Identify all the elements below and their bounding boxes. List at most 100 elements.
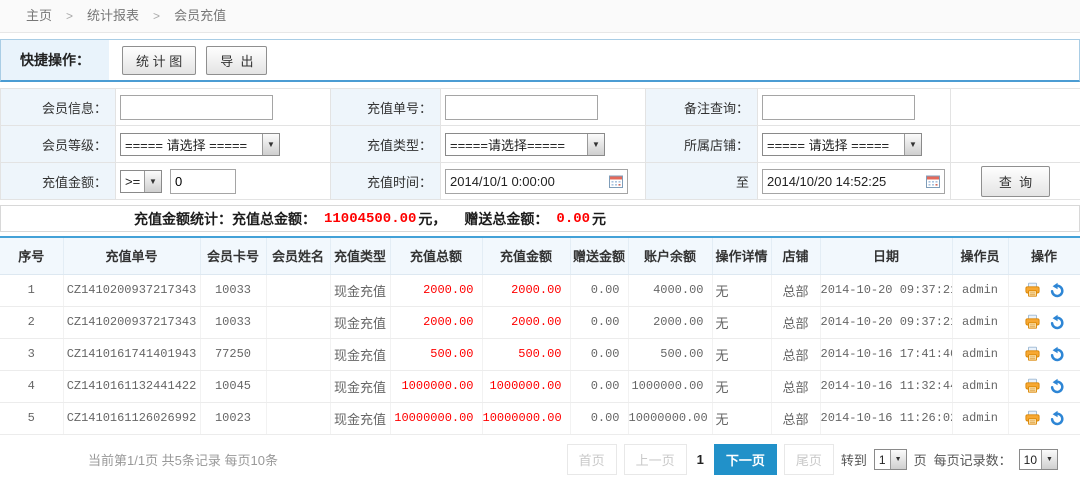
breadcrumb-separator: > [153,0,160,32]
cell-card: 10023 [200,402,266,434]
cell-no: 5 [0,402,63,434]
quick-operations-label: 快捷操作： [1,40,109,80]
prev-page-button[interactable]: 上一页 [624,444,687,475]
cell-gift: 0.00 [570,274,628,306]
chevron-down-icon: ▼ [904,134,921,155]
order-no-input[interactable] [445,95,598,120]
column-header: 日期 [820,237,952,274]
cell-total: 1000000.00 [390,370,482,402]
summary-total-value: 11004500.00 [324,211,416,227]
print-icon[interactable] [1024,314,1041,330]
refresh-icon[interactable] [1049,282,1065,298]
time-from-input[interactable] [445,169,628,194]
column-header: 充值单号 [63,237,200,274]
time-to-input[interactable] [762,169,945,194]
breadcrumb-home[interactable]: 主页 [26,0,52,32]
goto-suffix: 页 [914,450,927,469]
summary-gift-label: 赠送总金额： [464,209,548,229]
amount-input[interactable] [170,169,236,194]
column-header: 序号 [0,237,63,274]
print-icon[interactable] [1024,346,1041,362]
search-button[interactable]: 查 询 [981,166,1050,197]
print-icon[interactable] [1024,378,1041,394]
cell-balance: 500.00 [628,338,712,370]
table-header-row: 序号充值单号会员卡号会员姓名充值类型充值总额充值金额赠送金额账户余额操作详情店铺… [0,237,1080,274]
recharge-type-label: 充值类型： [331,126,441,163]
amount-operator-select[interactable]: >= ▼ [120,170,162,193]
pagesize-select[interactable]: 10 ▼ [1019,449,1058,470]
goto-page-select[interactable]: 1 ▼ [874,449,907,470]
cell-gift: 0.00 [570,402,628,434]
cell-total: 2000.00 [390,274,482,306]
cell-store: 总部 [771,402,820,434]
cell-no: 4 [0,370,63,402]
remark-input[interactable] [762,95,915,120]
cell-total: 2000.00 [390,306,482,338]
cell-date: 2014-10-16 17:41:40 [820,338,952,370]
column-header: 充值金额 [482,237,570,274]
cell-type: 现金充值 [330,402,390,434]
cell-date: 2014-10-20 09:37:21 [820,306,952,338]
cell-actions [1008,402,1080,434]
cell-store: 总部 [771,306,820,338]
table-row: 2CZ141020093721734310033现金充值2000.002000.… [0,306,1080,338]
print-icon[interactable] [1024,410,1041,426]
print-icon[interactable] [1024,282,1041,298]
column-header: 充值类型 [330,237,390,274]
cell-amount: 2000.00 [482,306,570,338]
column-header: 充值总额 [390,237,482,274]
breadcrumb-separator: > [66,0,73,32]
refresh-icon[interactable] [1049,410,1065,426]
cell-order: CZ1410161126026992 [63,402,200,434]
cell-card: 10045 [200,370,266,402]
quick-operations-bar: 快捷操作： 统 计 图 导 出 [0,39,1080,82]
next-page-button[interactable]: 下一页 [714,444,777,475]
time-label: 充值时间： [331,163,441,200]
cell-operator: admin [952,402,1008,434]
member-level-label: 会员等级： [1,126,116,163]
cell-no: 1 [0,274,63,306]
store-select[interactable]: ===== 请选择 ===== ▼ [762,133,922,156]
cell-balance: 1000000.00 [628,370,712,402]
cell-order: CZ1410161741401943 [63,338,200,370]
cell-date: 2014-10-20 09:37:21 [820,274,952,306]
recharge-type-select[interactable]: =====请选择===== ▼ [445,133,605,156]
cell-type: 现金充值 [330,274,390,306]
member-level-select[interactable]: ===== 请选择 ===== ▼ [120,133,280,156]
chart-button[interactable]: 统 计 图 [122,46,196,75]
order-no-label: 充值单号： [331,89,441,126]
cell-detail: 无 [712,338,771,370]
summary-gift-value: 0.00 [556,211,590,227]
cell-balance: 4000.00 [628,274,712,306]
refresh-icon[interactable] [1049,346,1065,362]
last-page-button[interactable]: 尾页 [784,444,834,475]
breadcrumb-reports[interactable]: 统计报表 [87,0,139,32]
cell-amount: 500.00 [482,338,570,370]
export-button[interactable]: 导 出 [206,46,267,75]
cell-name [266,274,330,306]
summary-total-unit: 元， [418,209,446,229]
cell-name [266,402,330,434]
recharge-table: 序号充值单号会员卡号会员姓名充值类型充值总额充值金额赠送金额账户余额操作详情店铺… [0,236,1080,435]
refresh-icon[interactable] [1049,378,1065,394]
cell-detail: 无 [712,306,771,338]
chevron-down-icon: ▼ [1041,450,1057,469]
refresh-icon[interactable] [1049,314,1065,330]
calendar-icon[interactable] [926,175,940,193]
cell-operator: admin [952,306,1008,338]
table-row: 3CZ141016174140194377250现金充值500.00500.00… [0,338,1080,370]
summary-prefix: 充值金额统计： [134,209,232,229]
search-form: 会员信息： 充值单号： 备注查询： 会员等级： ===== 请选择 ===== … [0,88,1080,200]
pagesize-label: 每页记录数： [934,450,1012,469]
calendar-icon[interactable] [609,175,623,193]
cell-gift: 0.00 [570,370,628,402]
column-header: 店铺 [771,237,820,274]
cell-type: 现金充值 [330,306,390,338]
cell-name [266,306,330,338]
cell-amount: 1000000.00 [482,370,570,402]
member-info-input[interactable] [120,95,273,120]
table-row: 5CZ141016112602699210023现金充值10000000.001… [0,402,1080,434]
chevron-down-icon: ▼ [890,450,906,469]
cell-no: 2 [0,306,63,338]
first-page-button[interactable]: 首页 [567,444,617,475]
